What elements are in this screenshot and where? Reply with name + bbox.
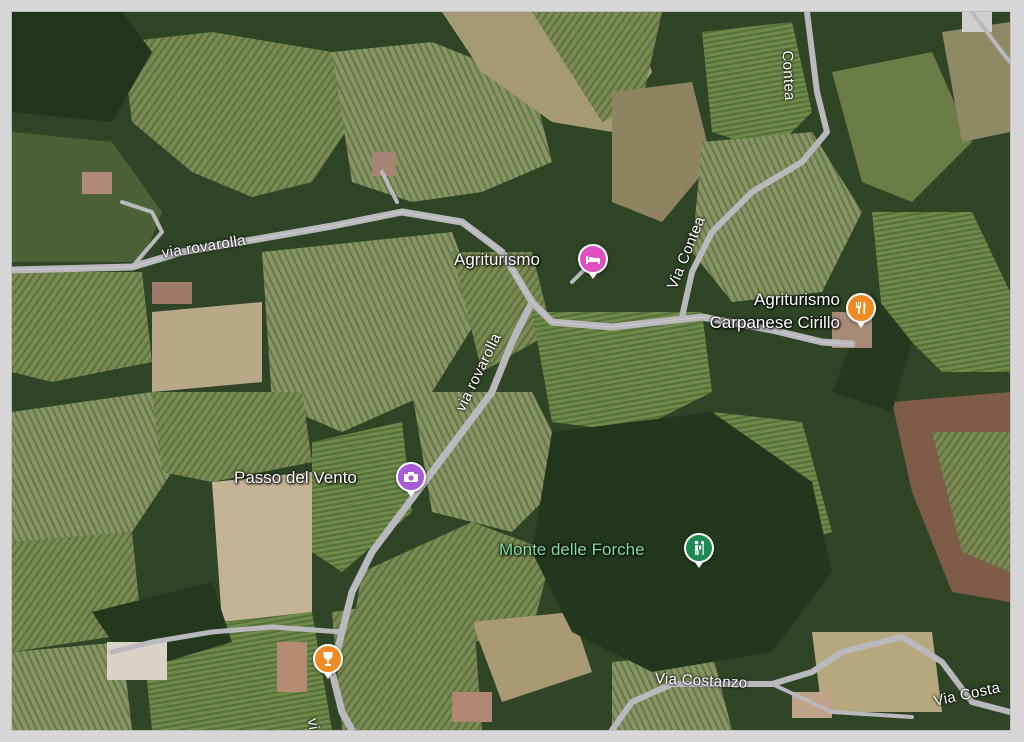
place-label-monte-delle-forche[interactable]: Monte delle Forche	[499, 540, 645, 559]
place-label-agriturismo[interactable]: Agriturismo	[454, 250, 540, 269]
place-label-agriturismo-carpanese-line2[interactable]: Carpanese Cirillo	[680, 313, 840, 332]
place-label-agriturismo-carpanese-line1[interactable]: Agriturismo	[728, 290, 840, 309]
place-label-passo-del-vento[interactable]: Passo del Vento	[234, 468, 357, 487]
satellite-imagery	[12, 12, 1010, 730]
fork-knife-icon[interactable]	[846, 293, 876, 328]
road-label-via-contea: Contea	[778, 50, 799, 102]
wine-glass-icon[interactable]	[313, 644, 343, 679]
map-view[interactable]: via rovarolla via rovarolla via r Via Co…	[12, 12, 1010, 730]
camera-icon[interactable]	[396, 462, 426, 497]
hiker-icon[interactable]	[684, 533, 714, 568]
bed-icon[interactable]	[578, 244, 608, 279]
